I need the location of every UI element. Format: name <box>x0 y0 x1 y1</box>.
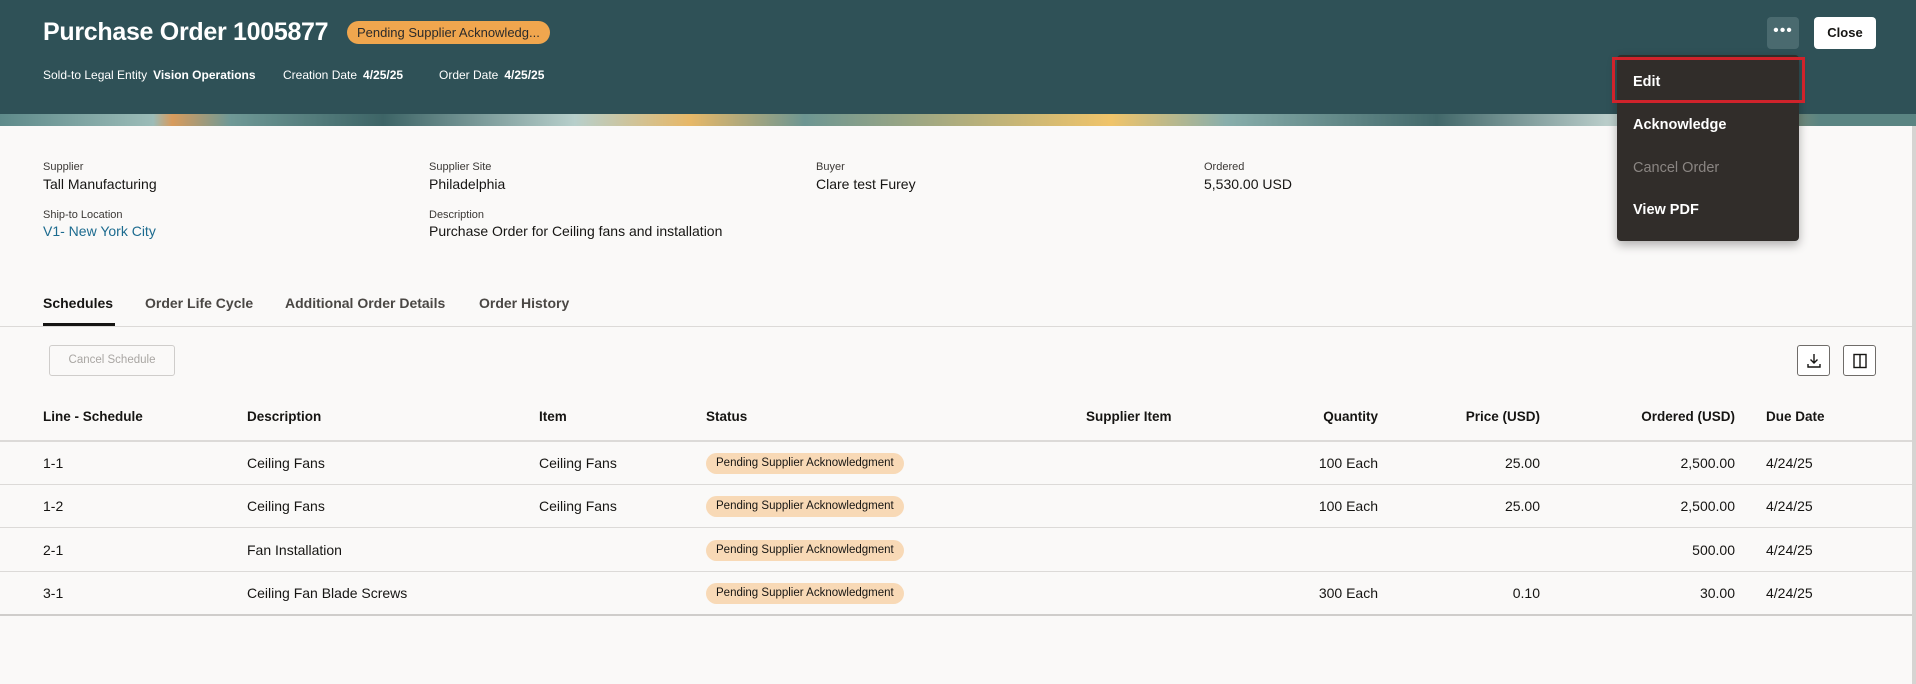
col-header-line[interactable]: Line - Schedule <box>43 409 143 424</box>
menu-item-acknowledge[interactable]: Acknowledge <box>1633 117 1726 133</box>
ordered-label: Ordered <box>1204 161 1245 173</box>
table-row[interactable]: 3-1 Ceiling Fan Blade Screws 300 Each 0.10 3… <box>0 572 1912 614</box>
col-header-ordered[interactable]: Ordered (USD) <box>1585 409 1735 424</box>
tab-divider <box>0 326 1912 327</box>
tab-order-history[interactable]: Order History <box>479 295 569 311</box>
col-header-due-date[interactable]: Due Date <box>1766 409 1825 424</box>
description-value: Purchase Order for Ceiling fans and inst… <box>429 223 723 239</box>
sold-to-legal-entity: Sold-to Legal Entity Vision Operations <box>43 68 256 82</box>
creation-date-label: Creation Date <box>283 68 358 82</box>
sold-to-value: Vision Operations <box>153 68 256 82</box>
row-line-link[interactable]: 1-1 <box>43 455 63 471</box>
supplier-label: Supplier <box>43 161 84 173</box>
columns-icon <box>1852 353 1867 368</box>
row-ordered: 2,500.00 <box>1680 498 1736 514</box>
row-divider <box>0 527 1912 528</box>
tab-order-life-cycle[interactable]: Order Life Cycle <box>145 295 253 311</box>
row-ordered: 2,500.00 <box>1680 455 1736 471</box>
ship-to-label: Ship-to Location <box>43 209 123 221</box>
buyer-value: Clare test Furey <box>816 176 916 192</box>
row-divider <box>0 614 1912 616</box>
row-status-badge: Pending Supplier Acknowledgment <box>706 540 904 561</box>
supplier-value: Tall Manufacturing <box>43 176 157 192</box>
close-button[interactable]: Close <box>1814 17 1876 49</box>
more-actions-button[interactable]: ••• <box>1767 17 1799 49</box>
menu-item-cancel-order: Cancel Order <box>1633 160 1720 176</box>
row-line-link[interactable]: 2-1 <box>43 542 63 558</box>
menu-item-view-pdf[interactable]: View PDF <box>1633 202 1699 218</box>
row-price: 0.10 <box>1512 585 1540 601</box>
creation-date-value: 4/25/25 <box>363 68 404 82</box>
page-title: Purchase Order 1005877 <box>43 18 329 46</box>
col-header-quantity[interactable]: Quantity <box>1228 409 1378 424</box>
col-header-item[interactable]: Item <box>539 409 567 424</box>
table-row[interactable]: 1-1 Ceiling Fans Ceiling Fans 100 Each 25.00… <box>0 442 1912 484</box>
col-header-status[interactable]: Status <box>706 409 747 424</box>
row-quantity: 100 Each <box>1318 498 1378 514</box>
row-item: Ceiling Fans <box>539 455 617 471</box>
row-due-date: 4/24/25 <box>1766 498 1813 514</box>
row-line-link[interactable]: 1-2 <box>43 498 63 514</box>
creation-date: Creation Date 4/25/25 <box>283 68 403 82</box>
order-date-label: Order Date <box>439 68 499 82</box>
supplier-site-label: Supplier Site <box>429 161 492 173</box>
row-price: 25.00 <box>1504 498 1540 514</box>
row-due-date: 4/24/25 <box>1766 542 1813 558</box>
col-header-supplier-item[interactable]: Supplier Item <box>1086 409 1172 424</box>
row-status-badge: Pending Supplier Acknowledgment <box>706 583 904 604</box>
ship-to-link[interactable]: V1- New York City <box>43 223 156 239</box>
table-row[interactable]: 1-2 Ceiling Fans Ceiling Fans 100 Each 25.00… <box>0 485 1912 527</box>
order-date: Order Date 4/25/25 <box>439 68 544 82</box>
supplier-site-value: Philadelphia <box>429 176 506 192</box>
table-row[interactable]: 2-1 Fan Installation 500.00 4/24/25 Pending … <box>0 529 1912 571</box>
row-status-badge: Pending Supplier Acknowledgment <box>706 453 904 474</box>
export-button[interactable] <box>1797 345 1830 376</box>
row-description: Fan Installation <box>247 542 342 558</box>
row-description: Ceiling Fans <box>247 498 325 514</box>
row-quantity: 300 Each <box>1318 585 1378 601</box>
status-badge: Pending Supplier Acknowledg... <box>347 21 550 44</box>
columns-button[interactable] <box>1843 345 1876 376</box>
highlight-box <box>1612 57 1805 103</box>
cancel-schedule-button: Cancel Schedule <box>49 345 175 376</box>
row-ordered: 30.00 <box>1699 585 1735 601</box>
order-date-value: 4/25/25 <box>504 68 545 82</box>
row-description: Ceiling Fans <box>247 455 325 471</box>
col-header-description[interactable]: Description <box>247 409 321 424</box>
row-due-date: 4/24/25 <box>1766 585 1813 601</box>
row-line-link[interactable]: 3-1 <box>43 585 63 601</box>
scrollbar[interactable] <box>1912 126 1916 684</box>
row-description: Ceiling Fan Blade Screws <box>247 585 408 601</box>
sold-to-label: Sold-to Legal Entity <box>43 68 148 82</box>
tab-additional-order-details[interactable]: Additional Order Details <box>285 295 445 311</box>
row-quantity: 100 Each <box>1318 455 1378 471</box>
download-icon <box>1806 353 1821 368</box>
description-label: Description <box>429 209 485 221</box>
row-status-badge: Pending Supplier Acknowledgment <box>706 496 904 517</box>
header-divider <box>0 440 1912 441</box>
buyer-label: Buyer <box>816 161 845 173</box>
row-item: Ceiling Fans <box>539 498 617 514</box>
row-due-date: 4/24/25 <box>1766 455 1813 471</box>
row-price: 25.00 <box>1504 455 1540 471</box>
tab-schedules[interactable]: Schedules <box>43 295 113 311</box>
row-ordered: 500.00 <box>1692 542 1735 558</box>
col-header-price[interactable]: Price (USD) <box>1390 409 1540 424</box>
ordered-value: 5,530.00 USD <box>1204 176 1292 192</box>
